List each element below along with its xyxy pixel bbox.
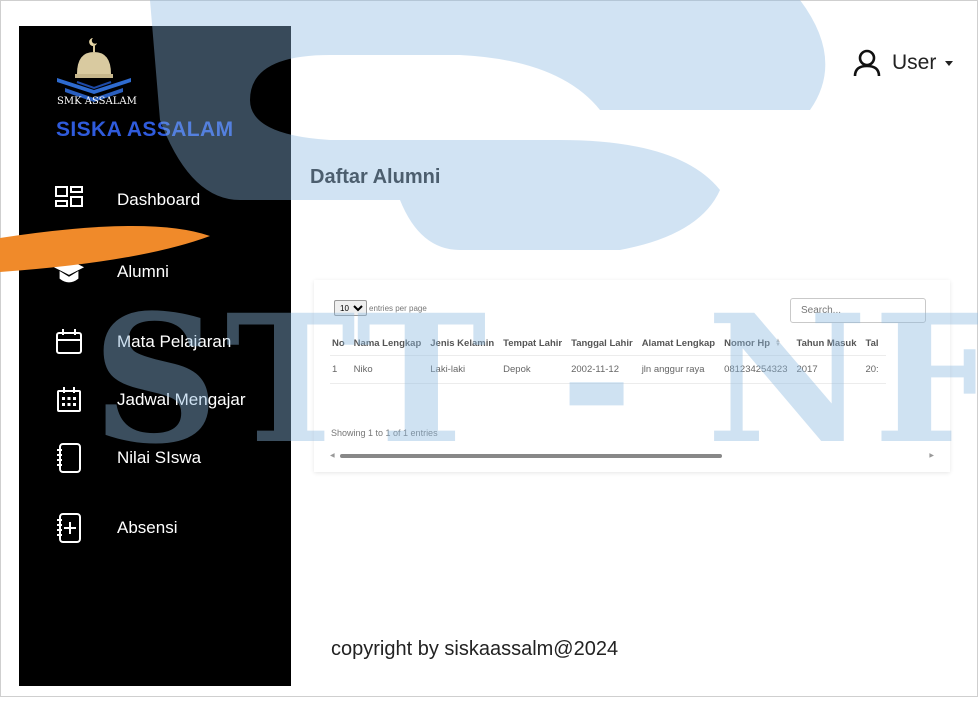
column-header[interactable]: No [330,332,352,356]
user-label: User [892,51,937,74]
table-cell: 20: [863,355,886,384]
column-header[interactable]: Jenis Kelamin [428,332,502,356]
sidebar-item-label: Alumni [117,262,169,281]
notebook-plus-icon [53,512,85,544]
table-row: 1 Niko Laki-laki Depok 2002-11-12 jln an… [330,355,886,384]
sidebar-item-label: Jadwal Mengajar [117,390,246,409]
notebook-icon [53,442,85,474]
table-cell: jln anggur raya [639,355,723,384]
table-cell: Depok [501,355,570,384]
table-cell: Niko [351,355,429,384]
calendar-grid-icon [53,384,85,416]
chevron-down-icon [945,60,954,66]
alumni-table-card: 10 entries per page No Nama Lengkap Jeni… [314,280,950,472]
sidebar: SMK ASSALAM SISKA ASSALAM Dashboard Alum… [19,26,291,686]
column-header[interactable]: Nomor Hp ▲ ▼ [722,332,795,356]
table-header-row: No Nama Lengkap Jenis Kelamin Tempat Lah… [330,332,886,356]
scrollbar-thumb[interactable] [340,454,722,458]
sidebar-item-dashboard[interactable]: Dashboard [53,182,283,218]
column-header[interactable]: Tanggal Lahir [569,332,640,356]
column-header[interactable]: Nama Lengkap [351,332,429,356]
calendar-icon [53,326,85,358]
dashboard-icon [53,184,85,216]
user-menu[interactable]: User [852,48,954,78]
table-cell: 081234254323 [722,355,795,384]
school-name: SMK ASSALAM [57,96,137,107]
sidebar-item-nilai-siswa[interactable]: Nilai SIswa [53,440,283,476]
scroll-right-icon[interactable]: ▶ [929,452,934,460]
sidebar-item-alumni[interactable]: Alumni [53,254,283,290]
brand-title: SISKA ASSALAM [56,118,234,141]
entries-label: entries per page [369,303,427,313]
entries-control: 10 entries per page [334,300,427,316]
copyright-text: copyright by siskaassalm@2024 [331,638,619,660]
sidebar-item-label: Mata Pelajaran [117,332,232,351]
user-icon [853,49,881,77]
sidebar-item-mata-pelajaran[interactable]: Mata Pelajaran [53,324,283,360]
scroll-left-icon[interactable]: ◀ [330,452,335,460]
column-header[interactable]: Tal [863,332,886,356]
column-header[interactable]: Alamat Lengkap [639,332,723,356]
entries-per-page-select[interactable]: 10 [334,300,367,316]
sidebar-item-jadwal-mengajar[interactable]: Jadwal Mengajar [53,382,283,418]
table-cell: 1 [330,355,352,384]
sidebar-item-label: Nilai SIswa [117,448,202,467]
page-title: Daftar Alumni [310,166,441,188]
table-cell: 2002-11-12 [569,355,640,384]
table-cell: 2017 [794,355,864,384]
sidebar-item-label: Dashboard [117,190,201,209]
horizontal-scrollbar[interactable]: ◀ ▶ [330,452,934,460]
sort-icon: ▲ ▼ [775,338,781,349]
search-input[interactable] [790,298,926,323]
column-header[interactable]: Tahun Masuk [794,332,864,356]
graduation-cap-icon [53,256,85,288]
column-header[interactable]: Tempat Lahir [501,332,570,356]
table-info: Showing 1 to 1 of 1 entries [331,428,438,438]
table-scroll-area: No Nama Lengkap Jenis Kelamin Tempat Lah… [330,332,934,416]
sidebar-item-label: Absensi [117,518,178,537]
table-cell: Laki-laki [428,355,502,384]
sidebar-item-absensi[interactable]: Absensi [53,510,283,546]
alumni-table: No Nama Lengkap Jenis Kelamin Tempat Lah… [330,332,886,384]
